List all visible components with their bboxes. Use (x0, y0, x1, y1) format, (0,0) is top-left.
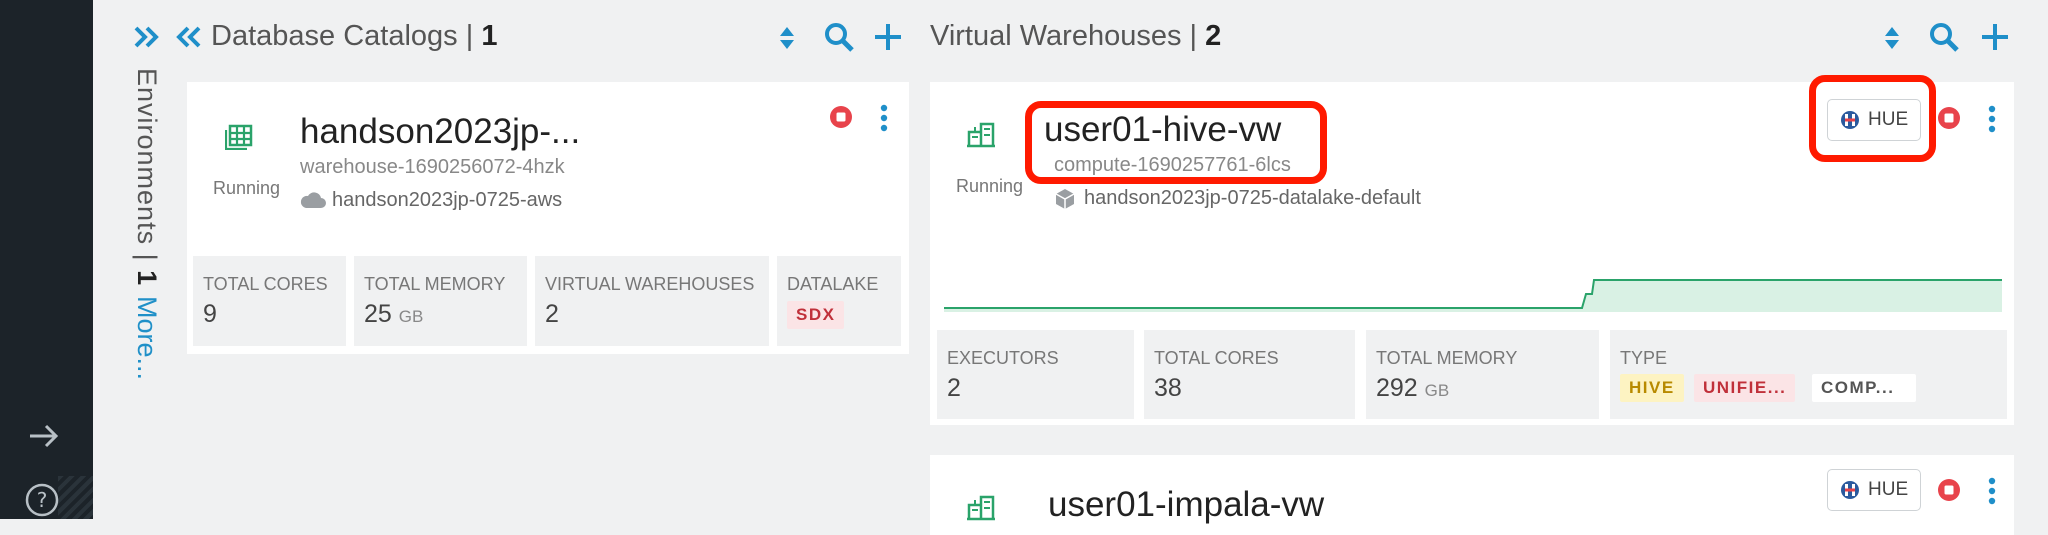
catalog-title[interactable]: handson2023jp-... (300, 112, 580, 152)
hue-button[interactable]: HUE (1827, 469, 1922, 511)
catalog-more-icon[interactable] (878, 104, 890, 132)
stop-warehouse-icon[interactable] (1937, 106, 1961, 130)
search-catalogs-icon[interactable] (824, 22, 854, 52)
catalog-environment: handson2023jp-0725-aws (332, 189, 563, 211)
stat-total-cores: TOTAL CORES 38 (1144, 330, 1355, 419)
stat-executors: EXECUTORS 2 (937, 330, 1134, 419)
stat-total-cores: TOTAL CORES 9 (193, 256, 346, 346)
stat-total-memory: TOTAL MEMORY 292 GB (1366, 330, 1599, 419)
stat-type: TYPE HIVE UNIFIE... COMP... (1610, 330, 2007, 419)
environments-more-link[interactable]: More... (131, 296, 162, 380)
type-badge-hive: HIVE (1620, 374, 1684, 402)
warehouse-icon (967, 495, 995, 521)
collapse-catalogs-icon[interactable] (176, 25, 202, 49)
hue-logo-icon (1841, 481, 1859, 499)
warehouse-more-icon[interactable] (1986, 477, 1998, 505)
cloud-icon (300, 192, 326, 208)
warehouse-status: Running (956, 176, 1024, 196)
type-badge-unified: UNIFIE... (1694, 374, 1796, 402)
sort-catalogs-icon[interactable] (779, 26, 795, 50)
sdx-badge: SDX (787, 301, 845, 329)
warehouse-card-impala[interactable]: user01-impala-vw HUE (930, 455, 2014, 535)
stat-virtual-warehouses: VIRTUAL WAREHOUSES 2 (535, 256, 769, 346)
cube-icon (1055, 189, 1075, 209)
highlight-hue-button (1809, 75, 1936, 162)
environments-label: Environments | 1 (132, 68, 162, 287)
sort-warehouses-icon[interactable] (1884, 26, 1900, 50)
catalogs-header: Database Catalogs | 1 (211, 20, 498, 52)
rail-corner-pattern (58, 476, 93, 519)
add-catalog-icon[interactable] (874, 23, 902, 51)
catalog-table-icon (225, 124, 253, 150)
usage-sparkline (944, 279, 2002, 312)
warehouse-more-icon[interactable] (1986, 105, 1998, 133)
expand-arrow-icon[interactable] (26, 418, 62, 454)
expand-environments-icon[interactable] (133, 25, 161, 49)
catalog-status: Running (213, 178, 281, 198)
stop-catalog-icon[interactable] (829, 105, 853, 129)
highlight-warehouse-name (1025, 101, 1327, 184)
catalog-subtitle: warehouse-1690256072-4hzk (300, 156, 565, 178)
warehouse-title[interactable]: user01-impala-vw (1048, 485, 1324, 525)
stop-warehouse-icon[interactable] (1937, 478, 1961, 502)
add-warehouse-icon[interactable] (1981, 23, 2009, 51)
left-rail: ? (0, 0, 93, 519)
type-badge-compute: COMP... (1812, 374, 1916, 402)
warehouse-icon (967, 122, 995, 148)
warehouses-header: Virtual Warehouses | 2 (930, 20, 1222, 52)
search-warehouses-icon[interactable] (1929, 22, 1959, 52)
warehouse-datalake: handson2023jp-0725-datalake-default (1084, 187, 1421, 209)
stat-total-memory: TOTAL MEMORY 25 GB (354, 256, 527, 346)
stat-datalake: DATALAKE SDX (777, 256, 901, 346)
help-icon[interactable]: ? (24, 482, 60, 518)
hue-button-label: HUE (1868, 479, 1909, 500)
svg-text:?: ? (37, 488, 48, 512)
catalog-card[interactable]: Running handson2023jp-... warehouse-1690… (187, 82, 909, 354)
